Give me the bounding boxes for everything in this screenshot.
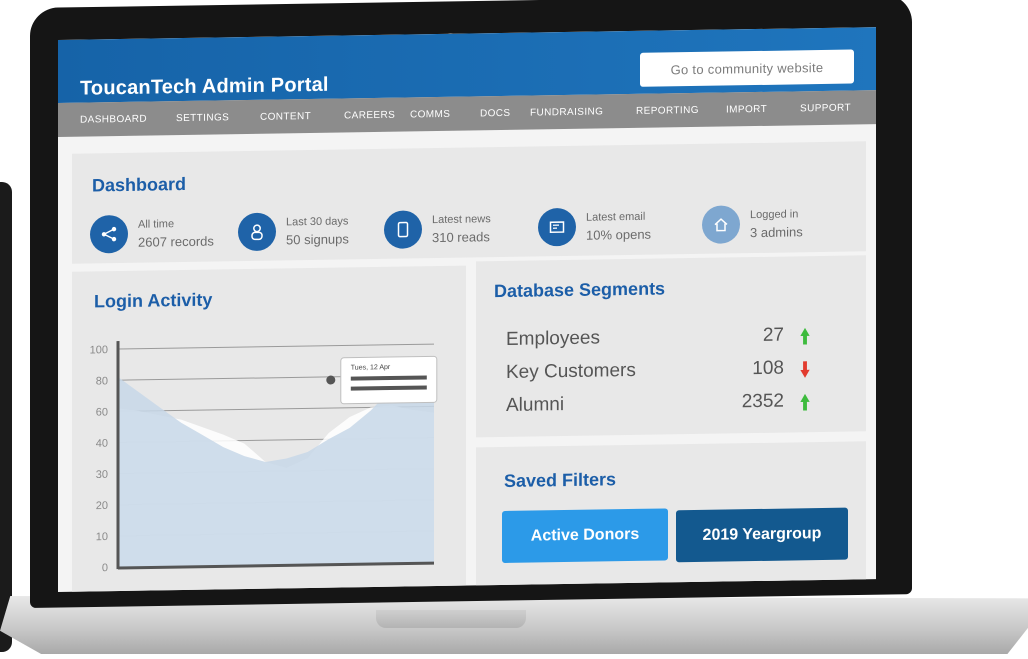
- segment-count: 2352: [741, 390, 784, 413]
- stat-admins: Logged in 3 admins: [702, 204, 803, 244]
- product-photo: ToucanTech Admin Portal Go to community …: [0, 0, 1028, 659]
- segment-name: Key Customers: [506, 359, 636, 383]
- stat-signups: Last 30 days 50 signups: [238, 211, 349, 252]
- nav-comms[interactable]: Comms: [410, 109, 450, 121]
- saved-filters-card: Saved Filters Active Donors 2019 Yeargro…: [476, 441, 866, 592]
- share-icon: [90, 214, 128, 254]
- stat-news: Latest news 310 reads: [384, 209, 491, 249]
- y-tick-label: 0: [102, 562, 108, 574]
- segment-row[interactable]: Key Customers 108 🠛: [506, 355, 816, 390]
- trend-up-icon: 🠙: [799, 392, 810, 415]
- trend-up-icon: 🠙: [799, 326, 810, 349]
- stat-value: 10% opens: [586, 226, 652, 243]
- tooltip-date: Tues, 12 Apr: [351, 364, 391, 372]
- y-tick-label: 20: [96, 500, 108, 512]
- stat-label: Logged in: [750, 208, 799, 222]
- database-segments-title: Database Segments: [494, 278, 666, 302]
- stat-value: 2607 records: [138, 233, 214, 250]
- stat-value: 310 reads: [432, 229, 490, 246]
- nav-content[interactable]: Content: [260, 111, 311, 123]
- nav-docs[interactable]: Docs: [480, 108, 511, 119]
- user-icon: [238, 212, 276, 252]
- filter-2019-yeargroup-button[interactable]: 2019 Yeargroup: [676, 507, 848, 563]
- y-tick-label: 10: [96, 531, 108, 543]
- stat-label: All time: [138, 218, 175, 231]
- segment-row[interactable]: Alumni 2352 🠙: [506, 388, 816, 423]
- stat-label: Latest news: [432, 213, 491, 227]
- nav-fundraising[interactable]: Fundraising: [530, 106, 603, 118]
- y-tick-label: 40: [96, 438, 108, 450]
- stat-label: Last 30 days: [286, 215, 349, 229]
- stat-label: Latest email: [586, 210, 646, 224]
- saved-filters-title: Saved Filters: [504, 469, 617, 491]
- email-icon: [538, 207, 576, 247]
- segment-row[interactable]: Employees 27 🠙: [506, 322, 816, 357]
- trend-down-icon: 🠛: [799, 359, 810, 382]
- app-title: ToucanTech Admin Portal: [80, 73, 329, 100]
- stat-email: Latest email 10% opens: [538, 207, 651, 247]
- stat-value: 50 signups: [286, 231, 349, 248]
- phone-icon: [384, 210, 422, 249]
- stat-value: 3 admins: [750, 224, 803, 241]
- nav-dashboard[interactable]: Dashboard: [80, 114, 147, 126]
- segment-count: 27: [762, 324, 784, 346]
- dashboard-title: Dashboard: [92, 173, 187, 196]
- database-segments-card: Database Segments Employees 27 🠙 Key Cus…: [476, 255, 866, 438]
- segment-name: Alumni: [506, 394, 565, 416]
- nav-reporting[interactable]: Reporting: [636, 105, 699, 117]
- nav-support[interactable]: Support: [800, 103, 851, 115]
- nav-import[interactable]: Import: [726, 104, 767, 116]
- y-tick-label: 100: [90, 344, 108, 356]
- y-tick-label: 60: [96, 407, 108, 419]
- background-tablet: [0, 182, 12, 652]
- nav-settings[interactable]: Settings: [176, 112, 229, 124]
- nav-careers[interactable]: Careers: [344, 110, 395, 122]
- admin-portal-screen: ToucanTech Admin Portal Go to community …: [58, 27, 876, 592]
- gridline: [118, 343, 434, 350]
- home-icon: [702, 205, 740, 244]
- segment-count: 108: [752, 357, 784, 380]
- community-website-button[interactable]: Go to community website: [640, 49, 854, 87]
- dashboard-card: Dashboard All time 2607 records Last 30 …: [72, 141, 866, 264]
- stat-records: All time 2607 records: [90, 214, 214, 254]
- laptop-notch: [376, 610, 526, 628]
- segment-name: Employees: [506, 327, 600, 350]
- filter-active-donors-button[interactable]: Active Donors: [502, 508, 668, 564]
- y-tick-label: 30: [96, 469, 108, 481]
- login-activity-chart: 0 10 20 30 40 60 80 100 Tues, 12 Apr: [90, 341, 438, 574]
- y-tick-label: 80: [96, 375, 108, 387]
- login-activity-card: Login Activity 0 10 20 30 40 60 80 100 Tues, 12 …: [72, 265, 466, 592]
